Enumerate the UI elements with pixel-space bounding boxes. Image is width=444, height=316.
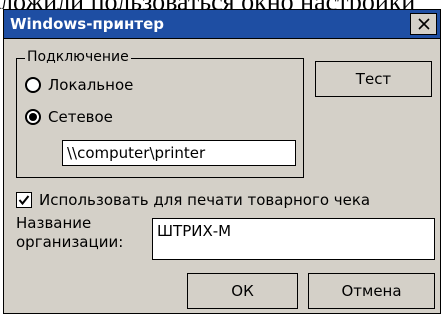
radio-local-button[interactable]	[25, 77, 41, 93]
radio-local-label: Локальное	[48, 76, 134, 94]
window-title: Windows-принтер	[10, 15, 164, 33]
test-button[interactable]: Тест	[315, 61, 432, 97]
receipt-checkbox-row[interactable]: Использовать для печати товарного чека	[16, 189, 370, 211]
ok-button[interactable]: ОК	[187, 273, 298, 309]
checkmark-icon	[18, 195, 30, 206]
receipt-checkbox[interactable]	[16, 192, 32, 208]
radio-network[interactable]: Сетевое	[25, 106, 113, 128]
radio-network-button[interactable]	[25, 109, 41, 125]
organization-label: Название организации:	[16, 214, 146, 252]
close-icon	[417, 18, 430, 30]
receipt-checkbox-label: Использовать для печати товарного чека	[39, 191, 371, 209]
organization-label-line2: организации:	[16, 233, 124, 251]
connection-groupbox: Подключение Локальное Сетевое \\computer…	[16, 48, 304, 178]
background-document-text: ложили пользоваться окно настройки	[0, 0, 444, 9]
close-button[interactable]	[410, 13, 437, 35]
connection-group-legend: Подключение	[25, 48, 131, 66]
network-path-input[interactable]: \\computer\printer	[62, 140, 296, 166]
radio-network-label: Сетевое	[48, 108, 113, 126]
printer-settings-dialog: Windows-принтер Подключение Локальное Се…	[3, 9, 441, 314]
organization-label-line1: Название	[16, 214, 92, 232]
organization-name-input[interactable]: ШТРИХ-М	[152, 218, 435, 260]
title-bar[interactable]: Windows-принтер	[4, 10, 440, 39]
cancel-button[interactable]: Отмена	[308, 273, 435, 309]
radio-local[interactable]: Локальное	[25, 74, 133, 96]
